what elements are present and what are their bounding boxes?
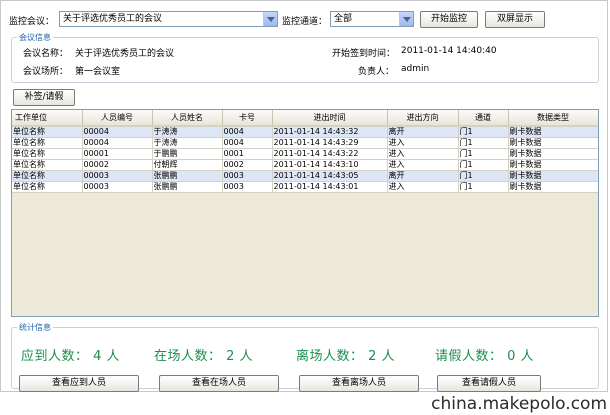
cell: 刷卡数据 <box>508 159 598 171</box>
cell: 2011-01-14 14:43:22 <box>272 148 388 160</box>
cell: 00004 <box>82 126 153 138</box>
col-header-name[interactable]: 人员姓名 <box>152 110 223 127</box>
meeting-select[interactable]: 关于评选优秀员工的会议 <box>59 11 278 27</box>
cell: 刷卡数据 <box>508 148 598 160</box>
cell: 于鹏鹏 <box>152 148 223 160</box>
owner-label: 负责人： <box>358 67 395 77</box>
cell: 2011-01-14 14:43:29 <box>272 137 388 149</box>
cell: 门1 <box>458 126 509 138</box>
meeting-info-title: 会议信息 <box>17 32 53 43</box>
col-header-direction[interactable]: 进出方向 <box>387 110 459 127</box>
meeting-name-label: 会议名称： <box>23 49 69 59</box>
meeting-select-value: 关于评选优秀员工的会议 <box>63 14 163 24</box>
expected-count: 应到人数： 4 人 <box>21 349 121 364</box>
chevron-down-icon[interactable] <box>399 12 413 26</box>
cell: 于涛涛 <box>152 126 223 138</box>
cell: 2011-01-14 14:43:01 <box>272 181 388 193</box>
cell: 张鹏鹏 <box>152 181 223 193</box>
view-expected-button[interactable]: 查看应到人员 <box>19 375 139 392</box>
cell: 单位名称 <box>12 181 83 193</box>
start-time-label: 开始签到时间： <box>332 49 396 59</box>
chevron-down-icon[interactable] <box>263 12 277 26</box>
col-header-card[interactable]: 卡号 <box>222 110 273 127</box>
cell: 0001 <box>222 148 273 160</box>
col-header-type[interactable]: 数据类型 <box>508 110 598 127</box>
table-row[interactable]: 单位名称 00002 付朝辉 0002 2011-01-14 14:43:10 进入 门1 刷… <box>12 159 598 171</box>
cell: 门1 <box>458 148 509 160</box>
table-row[interactable]: 单位名称 00001 于鹏鹏 0001 2011-01-14 14:43:22 进入 门1 刷… <box>12 148 598 160</box>
table-row[interactable]: 单位名称 00004 于涛涛 0004 2011-01-14 14:43:32 离开 门1 刷… <box>12 126 598 138</box>
cell: 门1 <box>458 159 509 171</box>
stats-title: 统计信息 <box>17 322 53 333</box>
supplement-leave-button[interactable]: 补签/请假 <box>13 89 75 106</box>
cell: 00002 <box>82 159 153 171</box>
cell: 于涛涛 <box>152 137 223 149</box>
cell: 单位名称 <box>12 159 83 171</box>
cell: 单位名称 <box>12 148 83 160</box>
cell: 2011-01-14 14:43:10 <box>272 159 388 171</box>
table-row[interactable]: 单位名称 00004 于涛涛 0004 2011-01-14 14:43:29 进入 门1 刷… <box>12 137 598 149</box>
cell: 付朝辉 <box>152 159 223 171</box>
channel-select[interactable]: 全部 <box>330 11 414 27</box>
meeting-location-label: 会议场所： <box>23 67 69 77</box>
meeting-name-value: 关于评选优秀员工的会议 <box>75 49 175 59</box>
cell: 门1 <box>458 137 509 149</box>
view-left-button[interactable]: 查看离场人员 <box>299 375 419 392</box>
table-row[interactable]: 单位名称 00003 张鹏鹏 0003 2011-01-14 14:43:01 进入 门1 刷… <box>12 181 598 193</box>
cell: 0003 <box>222 181 273 193</box>
start-monitor-button[interactable]: 开始监控 <box>420 11 478 28</box>
cell: 2011-01-14 14:43:32 <box>272 126 388 138</box>
cell: 进入 <box>387 137 459 149</box>
watermark: china.makepolo.com <box>431 394 607 414</box>
cell: 刷卡数据 <box>508 170 598 182</box>
cell: 00003 <box>82 170 153 182</box>
cell: 刷卡数据 <box>508 126 598 138</box>
present-count: 在场人数： 2 人 <box>154 349 254 364</box>
cell: 单位名称 <box>12 137 83 149</box>
col-header-time[interactable]: 进出时间 <box>272 110 388 127</box>
cell: 00001 <box>82 148 153 160</box>
cell: 0004 <box>222 137 273 149</box>
records-table[interactable]: 工作单位 人员编号 人员姓名 卡号 进出时间 进出方向 通道 数据类型 单位名称… <box>11 109 599 317</box>
col-header-channel[interactable]: 通道 <box>458 110 509 127</box>
owner-value: admin <box>401 64 430 74</box>
cell: 进入 <box>387 159 459 171</box>
channel-select-value: 全部 <box>334 14 353 24</box>
table-header-row: 工作单位 人员编号 人员姓名 卡号 进出时间 进出方向 通道 数据类型 <box>12 110 598 127</box>
dual-screen-button[interactable]: 双屏显示 <box>485 11 545 28</box>
cell: 进入 <box>387 148 459 160</box>
meeting-label: 监控会议： <box>9 17 55 27</box>
cell: 0002 <box>222 159 273 171</box>
cell: 进入 <box>387 181 459 193</box>
table-row[interactable]: 单位名称 00003 张鹏鹏 0003 2011-01-14 14:43:05 离开 门1 刷… <box>12 170 598 182</box>
channel-label: 监控通道： <box>282 17 328 27</box>
meeting-location-value: 第一会议室 <box>75 67 121 77</box>
cell: 00003 <box>82 181 153 193</box>
cell: 门1 <box>458 181 509 193</box>
view-leave-button[interactable]: 查看请假人员 <box>437 375 541 392</box>
cell: 0004 <box>222 126 273 138</box>
cell: 00004 <box>82 137 153 149</box>
cell: 单位名称 <box>12 126 83 138</box>
cell: 刷卡数据 <box>508 181 598 193</box>
left-count: 离场人数： 2 人 <box>296 349 396 364</box>
cell: 张鹏鹏 <box>152 170 223 182</box>
monitor-window: 监控会议： 关于评选优秀员工的会议 监控通道： 全部 开始监控 双屏显示 会议信… <box>0 0 608 392</box>
col-header-unit[interactable]: 工作单位 <box>12 110 83 127</box>
cell: 离开 <box>387 126 459 138</box>
start-time-value: 2011-01-14 14:40:40 <box>401 46 497 56</box>
cell: 离开 <box>387 170 459 182</box>
leave-count: 请假人数： 0 人 <box>435 349 535 364</box>
col-header-id[interactable]: 人员编号 <box>82 110 153 127</box>
cell: 2011-01-14 14:43:05 <box>272 170 388 182</box>
cell: 单位名称 <box>12 170 83 182</box>
view-present-button[interactable]: 查看在场人员 <box>159 375 279 392</box>
cell: 刷卡数据 <box>508 137 598 149</box>
cell: 0003 <box>222 170 273 182</box>
cell: 门1 <box>458 170 509 182</box>
